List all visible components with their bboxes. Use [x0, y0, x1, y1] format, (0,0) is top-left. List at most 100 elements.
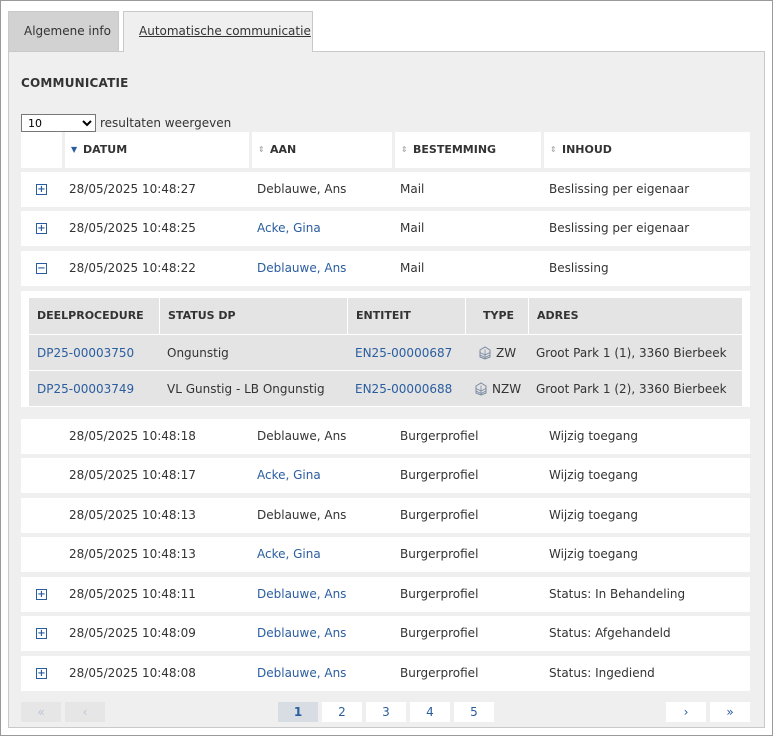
table-row: − 28/05/2025 10:48:22 Deblauwe, Ans Mail…: [21, 251, 750, 286]
cell-aan: Deblauwe, Ans: [257, 182, 347, 196]
entity-link[interactable]: EN25-00000687: [347, 335, 465, 371]
expand-icon[interactable]: +: [36, 184, 47, 195]
cell-bestemming: Burgerprofiel: [400, 468, 479, 482]
expand-icon[interactable]: +: [36, 668, 47, 679]
last-page-button[interactable]: »: [710, 702, 750, 722]
detail-type: ZW: [465, 335, 528, 371]
detail-table: DEELPROCEDURE STATUS DP ENTITEIT TYPE AD…: [29, 298, 742, 406]
cell-inhoud: Status: Ingediend: [549, 666, 655, 680]
expand-icon[interactable]: +: [36, 628, 47, 639]
recipient-link[interactable]: Deblauwe, Ans: [257, 251, 346, 286]
cell-inhoud: Wijzig toegang: [549, 468, 638, 482]
detail-type: NZW: [465, 371, 528, 407]
sort-icon: ⇕: [401, 145, 408, 154]
recipient-link[interactable]: Deblauwe, Ans: [257, 656, 346, 691]
table-row: 28/05/2025 10:48:18 Deblauwe, Ans Burger…: [21, 419, 750, 454]
table-row: + 28/05/2025 10:48:09 Deblauwe, Ans Burg…: [21, 616, 750, 651]
page-button-4[interactable]: 4: [410, 702, 450, 722]
collapse-icon[interactable]: −: [36, 263, 47, 274]
deelprocedure-link[interactable]: DP25-00003749: [29, 371, 159, 407]
pagination: « ‹ 1 2 3 4 5 › »: [21, 702, 750, 722]
cell-bestemming: Mail: [400, 182, 425, 196]
detail-type-label: ZW: [496, 346, 517, 360]
table-row: + 28/05/2025 10:48:08 Deblauwe, Ans Burg…: [21, 656, 750, 691]
section-title: COMMUNICATIE: [21, 76, 129, 90]
cell-bestemming: Burgerprofiel: [400, 429, 479, 443]
column-header-inhoud[interactable]: ⇕ INHOUD: [544, 132, 750, 168]
cell-inhoud: Beslissing per eigenaar: [549, 221, 690, 235]
cell-inhoud: Wijzig toegang: [549, 508, 638, 522]
column-header-bestemming-label: BESTEMMING: [413, 143, 497, 156]
cell-bestemming: Burgerprofiel: [400, 626, 479, 640]
detail-header-deelprocedure: DEELPROCEDURE: [37, 309, 144, 322]
table-row: + 28/05/2025 10:48:25 Acke, Gina Mail Be…: [21, 211, 750, 246]
page-size-label: resultaten weergeven: [100, 116, 232, 130]
sort-icon: ⇕: [550, 145, 557, 154]
cell-datum: 28/05/2025 10:48:13: [69, 547, 196, 561]
detail-address: Groot Park 1 (1), 3360 Bierbeek: [536, 346, 727, 360]
detail-header-type: TYPE: [465, 298, 528, 334]
row-detail-panel: DEELPROCEDURE STATUS DP ENTITEIT TYPE AD…: [21, 291, 750, 407]
column-header-aan[interactable]: ⇕ AAN: [252, 132, 392, 168]
detail-header-entiteit: ENTITEIT: [347, 298, 465, 334]
tab-general-info[interactable]: Algemene info: [8, 11, 119, 52]
table-row: 28/05/2025 10:48:17 Acke, Gina Burgerpro…: [21, 458, 750, 493]
communication-panel: COMMUNICATIE 10 resultaten weergeven ▼ DA…: [8, 51, 765, 728]
cell-datum: 28/05/2025 10:48:25: [69, 221, 196, 235]
recipient-link[interactable]: Deblauwe, Ans: [257, 577, 346, 612]
recipient-link[interactable]: Deblauwe, Ans: [257, 616, 346, 651]
recipient-link[interactable]: Acke, Gina: [257, 458, 321, 493]
cell-inhoud: Wijzig toegang: [549, 429, 638, 443]
table-row: 28/05/2025 10:48:13 Acke, Gina Burgerpro…: [21, 537, 750, 572]
column-header-datum[interactable]: ▼ DATUM: [65, 132, 249, 168]
cell-inhoud: Beslissing per eigenaar: [549, 182, 690, 196]
sort-desc-icon: ▼: [71, 145, 78, 154]
recipient-link[interactable]: Acke, Gina: [257, 537, 321, 572]
page-button-5[interactable]: 5: [454, 702, 494, 722]
tab-automatic-communication[interactable]: Automatische communicatie: [123, 11, 313, 52]
recipient-link[interactable]: Acke, Gina: [257, 211, 321, 246]
page-button-3[interactable]: 3: [366, 702, 406, 722]
cell-bestemming: Burgerprofiel: [400, 547, 479, 561]
cell-bestemming: Mail: [400, 221, 425, 235]
detail-header-status: STATUS DP: [159, 298, 347, 334]
cell-bestemming: Burgerprofiel: [400, 666, 479, 680]
first-page-button[interactable]: «: [21, 702, 61, 722]
page-button-2[interactable]: 2: [322, 702, 362, 722]
page-size-select[interactable]: 10: [21, 114, 96, 132]
cell-inhoud: Status: Afgehandeld: [549, 626, 671, 640]
cell-datum: 28/05/2025 10:48:18: [69, 429, 196, 443]
cell-datum: 28/05/2025 10:48:11: [69, 587, 196, 601]
table-row: + 28/05/2025 10:48:27 Deblauwe, Ans Mail…: [21, 172, 750, 207]
detail-status: VL Gunstig - LB Ongunstig: [167, 382, 325, 396]
page-button-1[interactable]: 1: [278, 702, 318, 722]
cell-datum: 28/05/2025 10:48:13: [69, 508, 196, 522]
prev-page-button[interactable]: ‹: [65, 702, 105, 722]
cell-inhoud: Wijzig toegang: [549, 547, 638, 561]
table-row: 28/05/2025 10:48:13 Deblauwe, Ans Burger…: [21, 498, 750, 533]
detail-status: Ongunstig: [167, 346, 229, 360]
cell-datum: 28/05/2025 10:48:17: [69, 468, 196, 482]
column-header-bestemming[interactable]: ⇕ BESTEMMING: [395, 132, 541, 168]
cell-datum: 28/05/2025 10:48:08: [69, 666, 196, 680]
entity-link[interactable]: EN25-00000688: [347, 371, 465, 407]
window-frame: Algemene info Automatische communicatie …: [0, 0, 773, 736]
page-size-control: 10 resultaten weergeven: [21, 114, 231, 132]
cell-datum: 28/05/2025 10:48:22: [69, 261, 196, 275]
building-icon: [475, 382, 487, 396]
detail-type-label: NZW: [492, 382, 522, 396]
sort-icon: ⇕: [258, 145, 265, 154]
building-icon: [479, 346, 491, 360]
cell-datum: 28/05/2025 10:48:27: [69, 182, 196, 196]
detail-row: DP25-00003750 Ongunstig EN25-00000687 ZW…: [29, 334, 742, 370]
detail-table-header: DEELPROCEDURE STATUS DP ENTITEIT TYPE AD…: [29, 298, 742, 334]
deelprocedure-link[interactable]: DP25-00003750: [29, 335, 159, 371]
cell-inhoud: Status: In Behandeling: [549, 587, 686, 601]
cell-bestemming: Burgerprofiel: [400, 508, 479, 522]
cell-inhoud: Beslissing: [549, 261, 609, 275]
detail-row: DP25-00003749 VL Gunstig - LB Ongunstig …: [29, 370, 742, 406]
next-page-button[interactable]: ›: [666, 702, 706, 722]
column-header-inhoud-label: INHOUD: [562, 143, 612, 156]
expand-icon[interactable]: +: [36, 589, 47, 600]
expand-icon[interactable]: +: [36, 223, 47, 234]
